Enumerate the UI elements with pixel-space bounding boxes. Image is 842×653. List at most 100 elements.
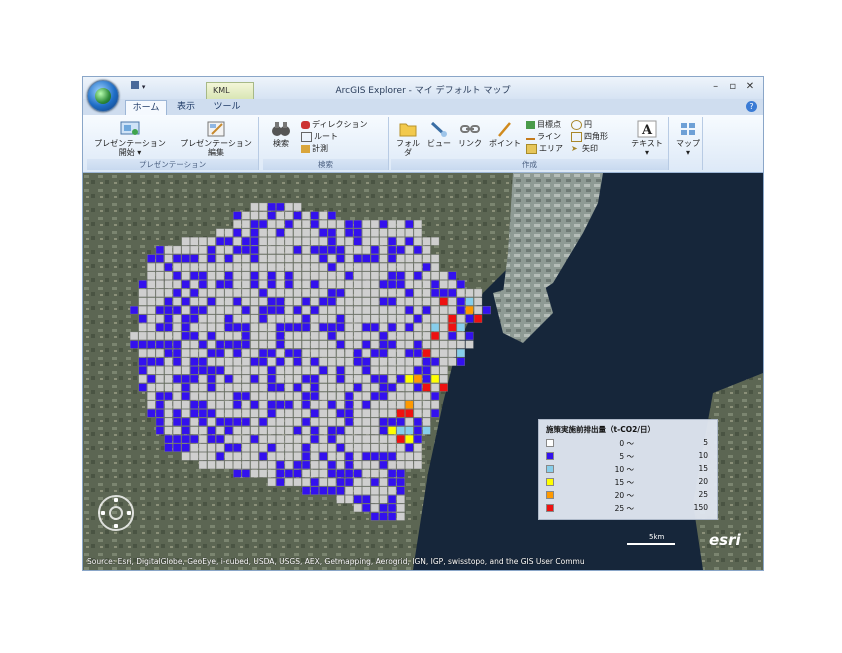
- navigation-control[interactable]: [98, 495, 134, 531]
- grid-cell: [327, 383, 336, 392]
- grid-cell: [259, 366, 268, 375]
- grid-cell: [345, 349, 354, 358]
- grid-cell: [405, 400, 414, 409]
- arrow-button[interactable]: ➤ 矢印: [571, 143, 598, 155]
- application-button[interactable]: [87, 80, 119, 112]
- map-view[interactable]: 施策実施前排出量（t-CO2/日） 0 ～ 5 5 ～ 10 10 ～ 15 15 ～ 20 2…: [83, 173, 763, 570]
- grid-cell: [379, 417, 388, 426]
- navigation-center-icon[interactable]: [109, 506, 123, 520]
- grid-cell: [396, 486, 405, 495]
- grid-cell: [190, 417, 199, 426]
- grid-cell: [276, 271, 285, 280]
- grid-cell: [267, 392, 276, 401]
- tab-view[interactable]: 表示: [171, 100, 201, 115]
- area-button[interactable]: エリア: [526, 143, 563, 155]
- tab-home[interactable]: ホーム: [125, 100, 167, 116]
- grid-cell: [319, 469, 328, 478]
- grid-cell: [259, 202, 268, 211]
- grid-cell: [207, 435, 216, 444]
- link-button[interactable]: リンク: [455, 120, 485, 148]
- grid-cell: [233, 245, 242, 254]
- pan-north-icon[interactable]: [114, 498, 118, 502]
- pan-east-icon[interactable]: [127, 511, 131, 515]
- grid-cell: [198, 417, 207, 426]
- grid-cell: [267, 331, 276, 340]
- grid-cell: [147, 306, 156, 315]
- grid-cell: [155, 349, 164, 358]
- measure-button[interactable]: 計測: [301, 143, 328, 155]
- circle-button[interactable]: 円: [571, 119, 592, 131]
- edit-presentation-button[interactable]: プレゼンテーション 編集: [173, 120, 259, 157]
- tab-tools[interactable]: ツール: [209, 100, 245, 115]
- grid-cell: [216, 340, 225, 349]
- grid-cell: [164, 349, 173, 358]
- close-icon[interactable]: ✕: [743, 81, 757, 92]
- grid-cell: [190, 400, 199, 409]
- grid-cell: [241, 263, 250, 272]
- grid-cell: [310, 392, 319, 401]
- grid-cell: [370, 400, 379, 409]
- grid-cell: [302, 400, 311, 409]
- grid-cell: [181, 271, 190, 280]
- grid-cell: [422, 409, 431, 418]
- grid-cell: [224, 417, 233, 426]
- map-button[interactable]: マップ ▾: [673, 120, 703, 157]
- grid-cell: [190, 306, 199, 315]
- direction-button[interactable]: ディレクション: [301, 119, 367, 131]
- grid-cell: [293, 435, 302, 444]
- grid-cell: [362, 478, 371, 487]
- grid-cell: [173, 297, 182, 306]
- pan-west-icon[interactable]: [101, 511, 105, 515]
- grid-cell: [224, 288, 233, 297]
- rectangle-button[interactable]: 四角形: [571, 131, 608, 143]
- grid-cell: [405, 392, 414, 401]
- grid-cell: [233, 452, 242, 461]
- grid-cell: [164, 331, 173, 340]
- grid-cell: [336, 486, 345, 495]
- route-button[interactable]: ルート: [301, 131, 338, 143]
- grid-cell: [276, 460, 285, 469]
- text-button[interactable]: A テキスト ▾: [627, 120, 667, 157]
- grid-cell: [327, 237, 336, 246]
- grid-cell: [370, 349, 379, 358]
- pan-south-icon[interactable]: [114, 524, 118, 528]
- grid-cell: [353, 340, 362, 349]
- grid-cell: [173, 263, 182, 272]
- grid-cell: [302, 245, 311, 254]
- help-icon[interactable]: ?: [746, 101, 757, 112]
- grid-cell: [207, 417, 216, 426]
- grid-cell: [259, 288, 268, 297]
- grid-cell: [431, 331, 440, 340]
- grid-cell: [276, 306, 285, 315]
- grid-cell: [233, 357, 242, 366]
- grid-cell: [190, 263, 199, 272]
- grid-cell: [207, 254, 216, 263]
- legend-max: 10: [698, 451, 708, 460]
- landmark-button[interactable]: 目標点: [526, 119, 561, 131]
- search-button[interactable]: 検索: [265, 120, 297, 148]
- grid-cell: [345, 478, 354, 487]
- minimize-icon[interactable]: –: [709, 81, 723, 92]
- grid-cell: [155, 263, 164, 272]
- grid-cell: [138, 349, 147, 358]
- grid-cell: [302, 220, 311, 229]
- view-button[interactable]: ビュー: [425, 120, 453, 148]
- area-icon: [526, 143, 537, 154]
- grid-cell: [396, 306, 405, 315]
- grid-cell: [370, 512, 379, 521]
- line-button[interactable]: ライン: [526, 131, 561, 143]
- grid-cell: [405, 452, 414, 461]
- grid-cell: [431, 392, 440, 401]
- grid-cell: [362, 503, 371, 512]
- maximize-icon[interactable]: ▫: [726, 81, 740, 92]
- grid-cell: [284, 211, 293, 220]
- grid-cell: [181, 400, 190, 409]
- grid-cell: [362, 400, 371, 409]
- start-presentation-button[interactable]: プレゼンテーション 開始 ▾: [87, 120, 173, 157]
- grid-cell: [284, 306, 293, 315]
- grid-cell: [353, 306, 362, 315]
- folder-button[interactable]: フォルダ: [393, 120, 423, 157]
- grid-cell: [293, 271, 302, 280]
- point-button[interactable]: ポイント: [487, 120, 523, 148]
- grid-cell: [173, 323, 182, 332]
